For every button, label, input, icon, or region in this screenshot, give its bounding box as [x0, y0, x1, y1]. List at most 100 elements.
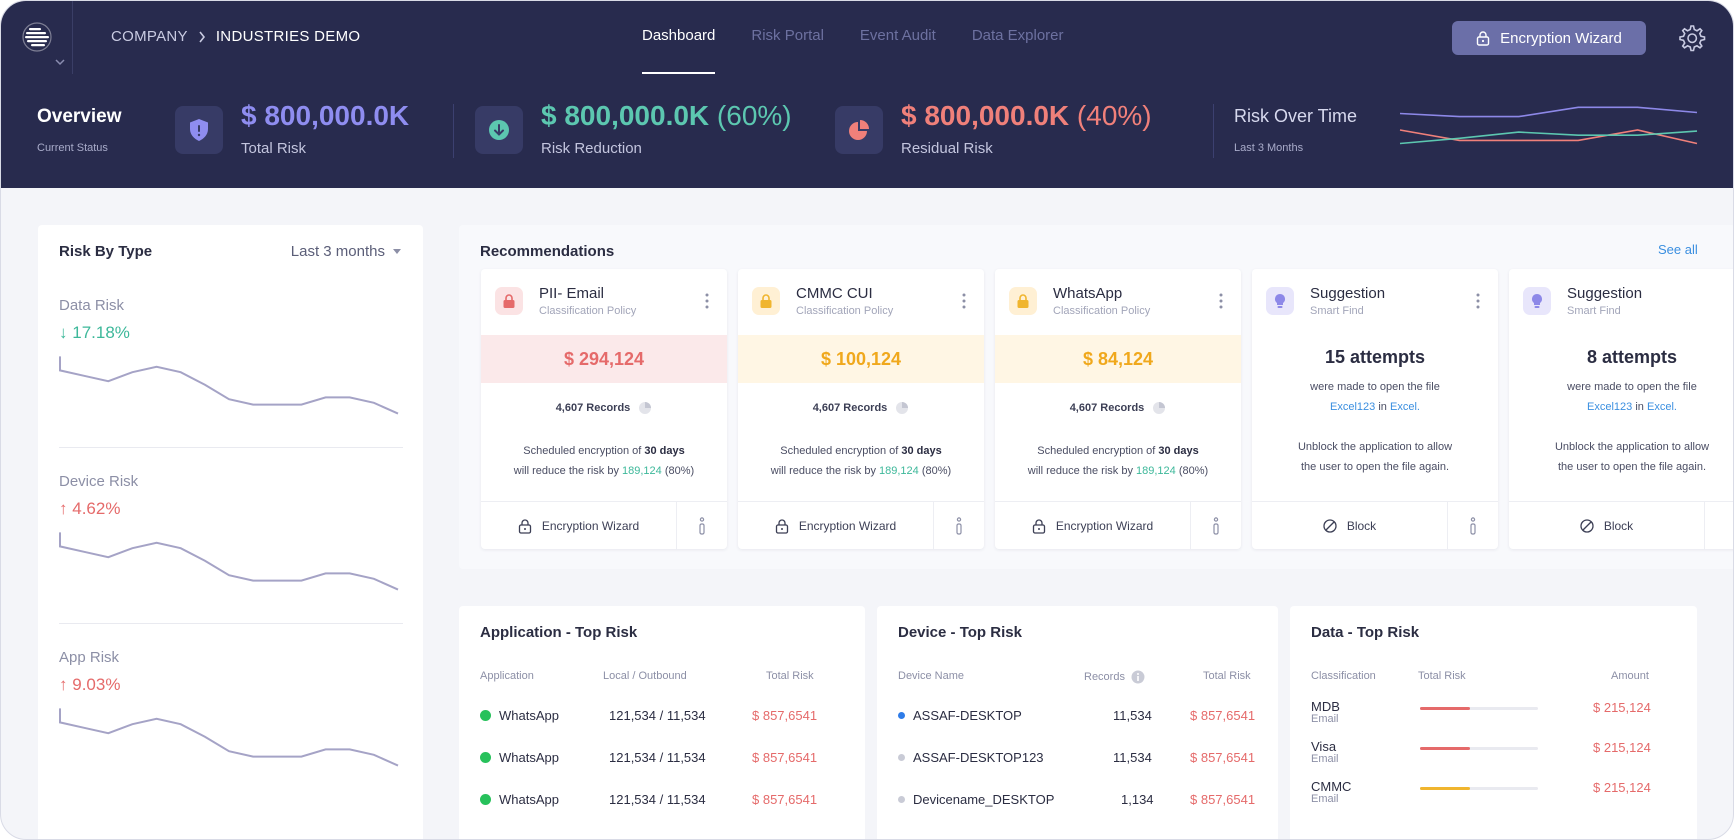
encryption-wizard-button[interactable]: Encryption Wizard	[1452, 21, 1646, 55]
encryption-wizard-label: Encryption Wizard	[1500, 29, 1622, 47]
device-risk-sparkline	[59, 532, 399, 591]
desc-days: 30 days	[901, 445, 942, 457]
risk-item-device[interactable]: Device Risk ↑ 4.62%	[59, 473, 403, 643]
desc-text: will reduce the risk by	[513, 465, 619, 477]
main-nav: Dashboard Risk Portal Event Audit Data E…	[642, 1, 1064, 74]
records-cell: 11,534	[1113, 708, 1152, 723]
device-top-risk-title: Device - Top Risk	[898, 624, 1022, 641]
risk-cell: $ 857,6541	[1190, 792, 1256, 807]
table-row[interactable]: ASSAF-DESKTOP123 11,534 $ 857,6541	[877, 750, 1278, 788]
table-row[interactable]: WhatsApp 121,534 / 11,534 $ 857,6541	[459, 792, 865, 830]
suggestion-text: Unblock the application to allow	[1297, 441, 1453, 453]
block-action[interactable]: Block	[1252, 502, 1448, 550]
table-row[interactable]: Devicename_DESKTOP 1,134 $ 857,6541	[877, 792, 1278, 830]
arrow-up-icon: ↑	[59, 499, 73, 518]
info-icon[interactable]	[1131, 670, 1145, 684]
block-action[interactable]: Block	[1509, 502, 1705, 550]
risk-cell: $ 857,6541	[752, 792, 818, 807]
classification-cell: Visa Email	[1311, 740, 1339, 766]
risk-cell: $ 857,6541	[752, 750, 818, 765]
encryption-wizard-action[interactable]: Encryption Wizard	[995, 502, 1191, 550]
desc-percent: (80%)	[1178, 465, 1209, 477]
encryption-wizard-action[interactable]: Encryption Wizard	[738, 502, 934, 550]
file-link[interactable]: Excel123	[1330, 401, 1375, 413]
suggestion-title: Suggestion	[1567, 285, 1643, 302]
risk-by-type-card: Risk By Type Last 3 months Data Risk ↓ 1…	[38, 225, 423, 839]
recommendation-card: PII- Email Classification Policy $ 294,1…	[481, 269, 727, 550]
metric-total-risk-label: Total Risk	[241, 140, 307, 157]
risk-item-change: ↑ 9.03%	[59, 675, 120, 695]
kebab-menu-icon[interactable]	[962, 293, 966, 309]
app-cell: WhatsApp	[480, 750, 559, 765]
app-link[interactable]: Excel.	[1390, 401, 1420, 413]
risk-cell: $ 857,6541	[1190, 708, 1256, 723]
info-button[interactable]	[677, 502, 727, 550]
risk-over-time-series-0	[1399, 106, 1698, 118]
logo-menu[interactable]	[1, 1, 73, 74]
info-button[interactable]	[1448, 502, 1498, 550]
attempts-count: 8 attempts	[1586, 347, 1678, 367]
desc-text: will reduce the risk by	[770, 465, 876, 477]
range-dropdown[interactable]: Last 3 months	[291, 243, 401, 260]
traffic-cell: 121,534 / 11,534	[609, 708, 706, 723]
risk-item-change-value: 17.18%	[72, 323, 130, 342]
records-count: 4,607 Records	[481, 401, 727, 415]
info-button[interactable]	[934, 502, 984, 550]
chevron-down-icon	[55, 59, 65, 66]
table-row[interactable]: CMMC Email $ 215,124	[1290, 780, 1697, 818]
risk-bar	[1420, 787, 1538, 790]
table-row[interactable]: Visa Email $ 215,124	[1290, 740, 1697, 778]
amount-cell: $ 215,124	[1593, 740, 1651, 755]
column-header: Local / Outbound	[603, 670, 687, 682]
risk-over-time-chart	[1399, 106, 1698, 145]
device-cell: Devicename_DESKTOP	[898, 792, 1054, 807]
column-header: Total Risk	[1203, 670, 1251, 682]
table-row[interactable]: MDB Email $ 215,124	[1290, 700, 1697, 738]
records-cell: 1,134	[1121, 792, 1154, 807]
kebab-menu-icon[interactable]	[705, 293, 709, 309]
action-label: Block	[1346, 519, 1377, 533]
kebab-menu-icon[interactable]	[1219, 293, 1223, 309]
kebab-menu-icon[interactable]	[1476, 293, 1480, 309]
risk-over-time-subtitle: Last 3 Months	[1234, 142, 1304, 154]
app-name: WhatsApp	[499, 750, 559, 765]
encryption-wizard-action[interactable]: Encryption Wizard	[481, 502, 677, 550]
table-row[interactable]: WhatsApp 121,534 / 11,534 $ 857,6541	[459, 750, 865, 788]
table-row[interactable]: ASSAF-DESKTOP 11,534 $ 857,6541	[877, 708, 1278, 746]
whatsapp-icon	[480, 710, 491, 721]
lightbulb-icon	[1523, 287, 1551, 315]
gear-icon[interactable]	[1676, 23, 1706, 53]
records-count: 4,607 Records	[738, 401, 984, 415]
desc-amount: 189,124	[879, 465, 919, 477]
tab-risk-portal[interactable]: Risk Portal	[751, 1, 824, 74]
application-top-risk-title: Application - Top Risk	[480, 624, 638, 641]
breadcrumb: COMPANY INDUSTRIES DEMO	[111, 28, 360, 45]
recommendation-card: WhatsApp Classification Policy $ 84,124 …	[995, 269, 1241, 550]
risk-item-change: ↑ 4.62%	[59, 499, 120, 519]
app-window: COMPANY INDUSTRIES DEMO Dashboard Risk P…	[0, 0, 1734, 840]
desc-percent: (80%)	[664, 465, 695, 477]
tab-event-audit[interactable]: Event Audit	[860, 1, 936, 74]
overview-title: Overview	[37, 106, 122, 127]
metric-residual-risk-value: $ 800,000.0K	[901, 100, 1070, 131]
app-link[interactable]: Excel.	[1647, 401, 1677, 413]
traffic-cell: 121,534 / 11,534	[609, 750, 706, 765]
info-button[interactable]	[1191, 502, 1241, 550]
see-all-link[interactable]: See all	[1658, 242, 1698, 257]
breadcrumb-company[interactable]: COMPANY	[111, 28, 188, 45]
recommendation-subtitle: Classification Policy	[539, 305, 637, 317]
sparkline-path	[59, 708, 399, 767]
risk-cell: $ 857,6541	[752, 708, 818, 723]
risk-item-app[interactable]: App Risk ↑ 9.03%	[59, 649, 403, 819]
device-top-risk-card: Device - Top Risk Device Name Records To…	[877, 606, 1278, 839]
tab-data-explorer[interactable]: Data Explorer	[972, 1, 1064, 74]
pie-icon	[835, 106, 883, 154]
lock-icon	[1009, 287, 1037, 315]
device-name: ASSAF-DESKTOP123	[913, 750, 1044, 765]
suggestion-subtitle: Smart Find	[1567, 305, 1621, 317]
risk-item-data[interactable]: Data Risk ↓ 17.18%	[59, 297, 403, 467]
file-link[interactable]: Excel123	[1587, 401, 1632, 413]
attempts-count: 15 attempts	[1324, 347, 1426, 367]
table-row[interactable]: WhatsApp 121,534 / 11,534 $ 857,6541	[459, 708, 865, 746]
tab-dashboard[interactable]: Dashboard	[642, 1, 716, 74]
